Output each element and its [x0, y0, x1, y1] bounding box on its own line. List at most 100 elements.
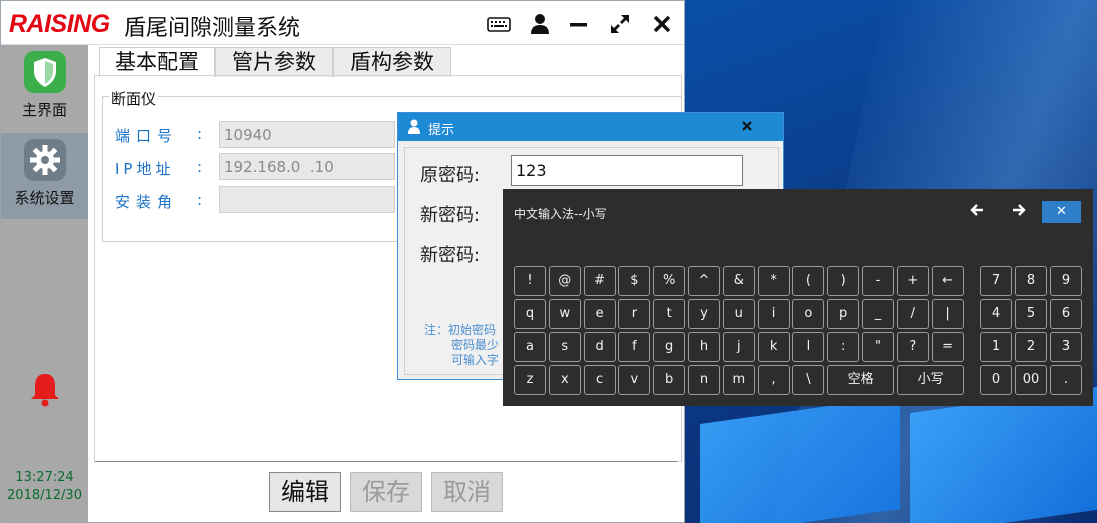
- key[interactable]: n: [688, 365, 720, 395]
- key[interactable]: h: [688, 332, 720, 362]
- key[interactable]: a: [514, 332, 546, 362]
- dialog-title: 提示: [428, 123, 455, 138]
- user-icon[interactable]: [528, 13, 552, 35]
- app-title: 盾尾间隙测量系统: [124, 16, 301, 41]
- angle-input[interactable]: [219, 186, 395, 213]
- keyboard-icon[interactable]: [487, 13, 511, 35]
- key[interactable]: |: [931, 299, 964, 329]
- numpad-key[interactable]: 4: [980, 299, 1012, 329]
- key[interactable]: 空格: [827, 365, 895, 395]
- key[interactable]: _: [862, 299, 894, 329]
- key[interactable]: *: [757, 266, 790, 296]
- numpad-key[interactable]: .: [1050, 365, 1082, 395]
- arrow-left-icon[interactable]: [970, 203, 984, 221]
- key[interactable]: p: [827, 299, 860, 329]
- key[interactable]: w: [548, 299, 581, 329]
- bell-icon[interactable]: [28, 371, 62, 411]
- angle-label: 安装角: [115, 193, 179, 211]
- numpad-key[interactable]: 1: [980, 332, 1012, 362]
- numpad-key[interactable]: 0: [980, 365, 1012, 395]
- numpad-key[interactable]: 7: [980, 266, 1012, 296]
- clock: 13:27:24 2018/12/30: [1, 469, 88, 505]
- numpad-key[interactable]: 8: [1015, 266, 1047, 296]
- minimize-icon[interactable]: [567, 13, 591, 35]
- key[interactable]: \: [792, 365, 825, 395]
- key[interactable]: m: [722, 365, 755, 395]
- close-icon[interactable]: [741, 119, 753, 137]
- key[interactable]: t: [653, 299, 686, 329]
- title-bar: RAISING 盾尾间隙测量系统: [1, 1, 684, 45]
- key[interactable]: r: [618, 299, 651, 329]
- key[interactable]: 小写: [897, 365, 965, 395]
- key[interactable]: j: [722, 332, 755, 362]
- wallpaper-window-pane: [700, 395, 900, 523]
- key[interactable]: %: [653, 266, 686, 296]
- key[interactable]: -: [862, 266, 894, 296]
- old-password-input[interactable]: [511, 155, 743, 186]
- port-input[interactable]: [219, 121, 395, 148]
- keyboard-close-button[interactable]: ✕: [1042, 201, 1081, 223]
- note-line: 注：初始密码: [424, 323, 497, 337]
- key[interactable]: (: [792, 266, 825, 296]
- numpad-key[interactable]: 3: [1050, 332, 1082, 362]
- key[interactable]: z: [514, 365, 546, 395]
- numpad-key[interactable]: 00: [1015, 365, 1047, 395]
- shield-icon: [23, 50, 67, 98]
- key[interactable]: l: [792, 332, 825, 362]
- key[interactable]: /: [896, 299, 929, 329]
- key[interactable]: v: [618, 365, 651, 395]
- tab-basic-config[interactable]: 基本配置: [99, 47, 215, 77]
- arrow-right-icon[interactable]: [1012, 203, 1026, 221]
- new-password-label: 新密码:: [420, 205, 481, 226]
- edit-button[interactable]: 编辑: [269, 472, 341, 512]
- numpad-key[interactable]: 9: [1050, 266, 1082, 296]
- expand-icon[interactable]: [608, 13, 632, 35]
- key[interactable]: x: [548, 365, 581, 395]
- key[interactable]: ^: [688, 266, 720, 296]
- key[interactable]: f: [618, 332, 651, 362]
- numpad-key[interactable]: 5: [1015, 299, 1047, 329]
- key[interactable]: @: [548, 266, 581, 296]
- tab-segment-params[interactable]: 管片参数: [215, 47, 333, 77]
- save-button[interactable]: 保存: [350, 472, 422, 512]
- group-title: 断面仪: [109, 88, 159, 109]
- key[interactable]: k: [757, 332, 790, 362]
- sidebar-item-label: 系统设置: [14, 189, 75, 207]
- sidebar-item-settings[interactable]: 系统设置: [1, 133, 88, 219]
- numpad-key[interactable]: 6: [1050, 299, 1082, 329]
- cancel-button[interactable]: 取消: [431, 472, 503, 512]
- key[interactable]: ←: [931, 266, 964, 296]
- key[interactable]: c: [583, 365, 616, 395]
- key[interactable]: ?: [896, 332, 929, 362]
- key[interactable]: ,: [757, 365, 790, 395]
- key[interactable]: #: [583, 266, 616, 296]
- key[interactable]: =: [931, 332, 964, 362]
- sidebar-item-label: 主界面: [21, 101, 67, 119]
- key[interactable]: +: [896, 266, 929, 296]
- key[interactable]: y: [688, 299, 720, 329]
- virtual-keyboard: 中文输入法--小写 ✕ ! @ # $% ^ & *() - + ← q w e r t y u i o p _ / | a s…: [503, 189, 1093, 406]
- key[interactable]: d: [583, 332, 616, 362]
- key[interactable]: ): [827, 266, 860, 296]
- key[interactable]: !: [514, 266, 546, 296]
- close-icon[interactable]: [650, 13, 674, 35]
- key[interactable]: u: [722, 299, 755, 329]
- key[interactable]: &: [722, 266, 755, 296]
- key[interactable]: s: [548, 332, 581, 362]
- key[interactable]: i: [757, 299, 790, 329]
- tab-shield-params[interactable]: 盾构参数: [333, 47, 451, 77]
- divider: [95, 461, 677, 462]
- keyboard-title: 中文输入法--小写: [514, 207, 607, 221]
- key[interactable]: b: [653, 365, 686, 395]
- key[interactable]: g: [653, 332, 686, 362]
- ip-input[interactable]: [219, 153, 395, 180]
- key[interactable]: $: [618, 266, 651, 296]
- sidebar-item-main[interactable]: 主界面: [1, 45, 88, 131]
- numpad-key[interactable]: 2: [1015, 332, 1047, 362]
- key[interactable]: q: [514, 299, 546, 329]
- key[interactable]: ": [862, 332, 894, 362]
- key[interactable]: e: [583, 299, 616, 329]
- key[interactable]: o: [792, 299, 825, 329]
- key[interactable]: :: [827, 332, 860, 362]
- user-icon: [407, 119, 421, 138]
